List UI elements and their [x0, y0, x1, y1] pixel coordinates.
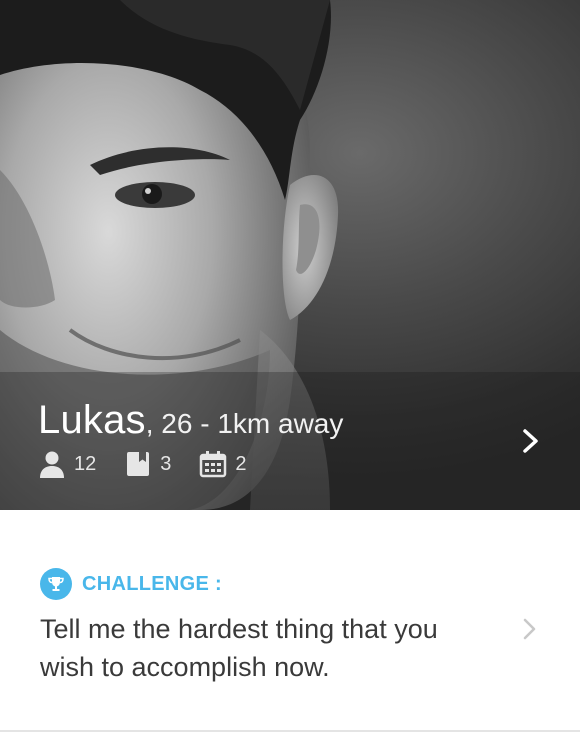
chevron-right-icon: [523, 618, 536, 640]
chevron-right-icon: [523, 429, 538, 453]
stat-events-count: 2: [235, 452, 247, 475]
trophy-badge: [40, 568, 72, 600]
profile-card: Lukas, 26 - 1km away 12 3 2 CHALLENGE: …: [0, 0, 580, 732]
trophy-icon: [48, 577, 64, 591]
person-icon: [40, 451, 64, 478]
challenge-section[interactable]: CHALLENGE : Tell me the hardest thing th…: [0, 510, 580, 732]
profile-stats: 12 3 2: [38, 450, 275, 478]
stat-books: 3: [124, 450, 171, 478]
stat-events: 2: [199, 450, 247, 478]
profile-next-button[interactable]: [516, 421, 546, 461]
profile-name: Lukas: [38, 398, 146, 442]
stat-books-count: 3: [160, 452, 172, 475]
challenge-label: CHALLENGE :: [82, 572, 222, 595]
challenge-header: CHALLENGE :: [40, 568, 222, 600]
challenge-open-button[interactable]: [518, 614, 542, 644]
stat-friends: 12: [38, 450, 96, 478]
profile-age-distance: , 26 - 1km away: [145, 408, 344, 439]
challenge-text: Tell me the hardest thing that you wish …: [40, 614, 438, 682]
book-icon: [127, 452, 150, 476]
stat-friends-count: 12: [74, 452, 97, 475]
profile-name-line: Lukas, 26 - 1km away: [38, 398, 343, 443]
calendar-icon: [200, 451, 227, 478]
